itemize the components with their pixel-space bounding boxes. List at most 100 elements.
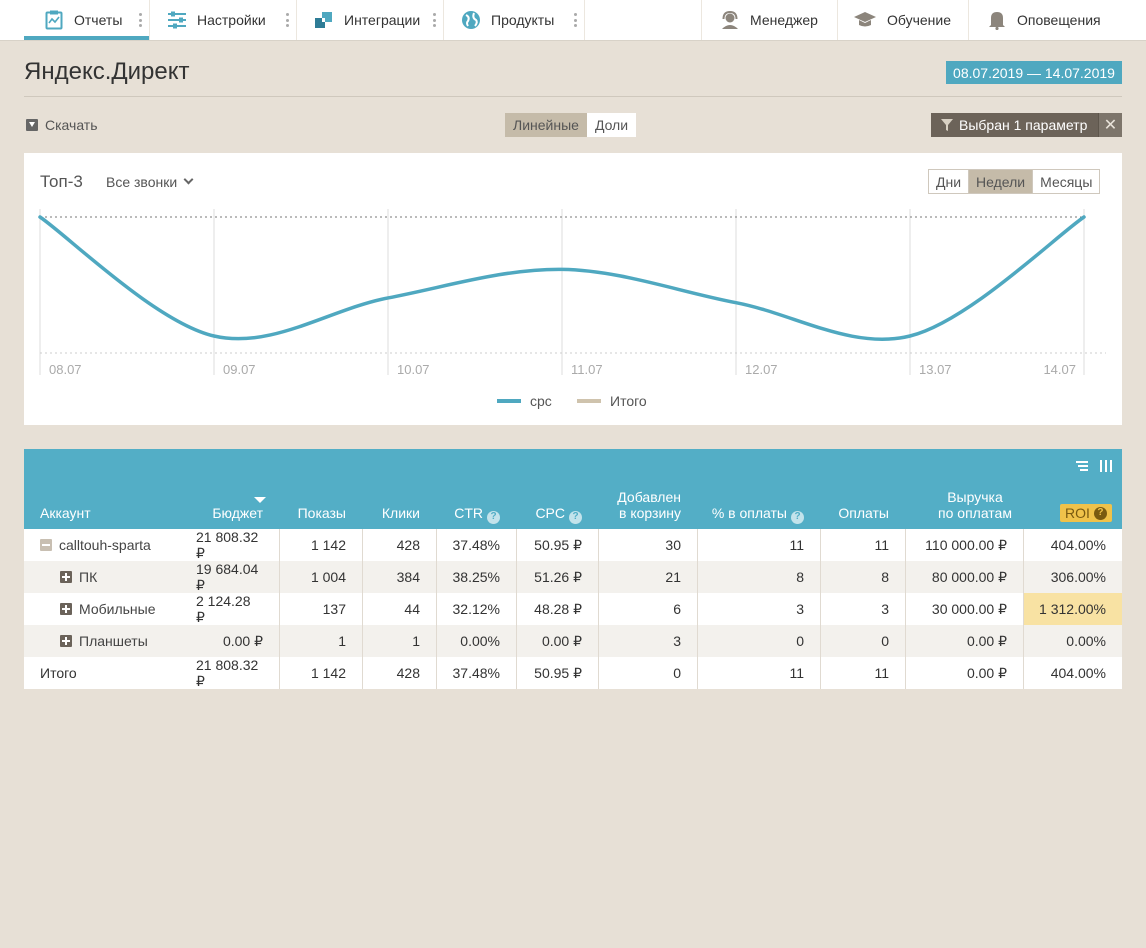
table-row: ПК 19 684.04 ₽1 004 384 38.25% 51.26 ₽21 8 8 80… [24, 561, 1122, 593]
page-title: Яндекс.Директ [24, 58, 190, 85]
cell-revenue: 0.00 ₽ [906, 657, 1024, 689]
cell-cart: 6 [599, 593, 698, 625]
x-tick-label: 08.07 [49, 362, 82, 377]
nav-products-menu-icon[interactable] [574, 13, 577, 27]
help-icon[interactable]: ? [1093, 506, 1107, 520]
download-icon [26, 119, 38, 131]
account-name[interactable]: Планшеты [79, 633, 148, 649]
nav-training[interactable]: Обучение [853, 0, 951, 40]
nav-reports[interactable]: Отчеты [44, 0, 122, 40]
help-icon[interactable]: ? [791, 510, 804, 524]
col-account[interactable]: Аккаунт [40, 505, 91, 521]
cell-clicks: 428 [363, 657, 437, 689]
nav-divider [701, 0, 702, 40]
filter-button[interactable]: Выбран 1 параметр [931, 113, 1098, 137]
legend-item-cpc[interactable]: cpc [497, 393, 552, 409]
col-cart-line1: Добавлен [617, 489, 681, 505]
cell-budget: 0.00 ₽ [196, 625, 280, 657]
account-name[interactable]: Мобильные [79, 601, 156, 617]
cell-shows: 1 004 [280, 561, 363, 593]
sort-list-icon[interactable] [1076, 459, 1088, 471]
filter-label: Выбран 1 параметр [959, 117, 1088, 133]
globe-icon [461, 10, 481, 30]
nav-divider [296, 0, 297, 40]
view-shares-button[interactable]: Доли [586, 113, 637, 137]
legend-label: Итого [610, 393, 647, 409]
view-linear-button[interactable]: Линейные [505, 113, 587, 137]
cell-cart: 3 [599, 625, 698, 657]
download-button[interactable]: Скачать [26, 117, 98, 133]
col-revenue[interactable]: Выручка по оплатам [928, 489, 1022, 521]
help-icon[interactable]: ? [569, 510, 582, 524]
cell-budget: 19 684.04 ₽ [196, 561, 280, 593]
cell-budget: 21 808.32 ₽ [196, 657, 280, 689]
account-name: Итого [40, 665, 77, 681]
help-icon[interactable]: ? [487, 510, 500, 524]
col-cpc[interactable]: CPC? [535, 505, 582, 524]
cell-cart: 0 [599, 657, 698, 689]
nav-reports-label: Отчеты [74, 12, 123, 28]
headset-user-icon [720, 10, 740, 30]
cell-ctr: 37.48% [437, 657, 517, 689]
nav-manager[interactable]: Менеджер [720, 0, 818, 40]
nav-settings[interactable]: Настройки [167, 0, 266, 40]
col-payments[interactable]: Оплаты [838, 505, 889, 521]
nav-divider [968, 0, 969, 40]
cell-cpc: 48.28 ₽ [517, 593, 599, 625]
nav-reports-menu-icon[interactable] [139, 13, 142, 27]
cell-cart: 30 [599, 529, 698, 561]
nav-integrations-menu-icon[interactable] [433, 13, 436, 27]
cell-pay-pct: 11 [698, 657, 821, 689]
filter-chip: Выбран 1 параметр ✕ [931, 113, 1122, 137]
col-revenue-line2: по оплатам [938, 505, 1012, 521]
nav-training-label: Обучение [887, 12, 952, 28]
col-revenue-line1: Выручка [947, 489, 1003, 505]
nav-integrations[interactable]: Интеграции [314, 0, 420, 40]
header-divider [24, 96, 1122, 97]
bell-icon [987, 10, 1007, 30]
cell-ctr: 0.00% [437, 625, 517, 657]
account-name[interactable]: calltouh-sparta [59, 537, 151, 553]
col-clicks[interactable]: Клики [382, 505, 420, 521]
col-shows[interactable]: Показы [298, 505, 346, 521]
col-ctr[interactable]: CTR? [454, 505, 500, 524]
chart-card: Топ-3 Все звонки Дни Недели Месяцы 08.07… [24, 153, 1122, 425]
cell-budget: 2 124.28 ₽ [196, 593, 280, 625]
nav-products[interactable]: Продукты [461, 0, 554, 40]
filter-clear-button[interactable]: ✕ [1098, 113, 1122, 137]
col-pay-pct[interactable]: % в оплаты? [712, 505, 804, 524]
nav-settings-menu-icon[interactable] [286, 13, 289, 27]
nav-notifications[interactable]: Оповещения [987, 0, 1101, 40]
expand-icon[interactable] [60, 571, 72, 583]
account-cell: calltouh-sparta [24, 529, 196, 561]
col-cpc-label: CPC [535, 505, 565, 521]
legend-item-total[interactable]: Итого [577, 393, 647, 409]
download-label: Скачать [45, 117, 98, 133]
table-total-row: Итого 21 808.32 ₽1 142 428 37.48% 50.95 ₽0 11… [24, 657, 1122, 689]
expand-icon[interactable] [60, 603, 72, 615]
col-pay-pct-label: % в оплаты [711, 505, 787, 521]
date-range-picker[interactable]: 08.07.2019 — 14.07.2019 [946, 61, 1122, 84]
legend-label: cpc [530, 393, 552, 409]
x-tick-label: 12.07 [745, 362, 778, 377]
account-name[interactable]: ПК [79, 569, 97, 585]
cell-budget: 21 808.32 ₽ [196, 529, 280, 561]
account-cell: Итого [24, 657, 196, 689]
cell-cpc: 51.26 ₽ [517, 561, 599, 593]
view-mode-toggle: Линейные Доли [505, 113, 637, 137]
collapse-icon[interactable] [40, 539, 52, 551]
expand-icon[interactable] [60, 635, 72, 647]
col-roi[interactable]: ROI? [1060, 504, 1112, 522]
nav-notifications-label: Оповещения [1017, 12, 1101, 28]
cell-roi: 1 312.00% [1024, 593, 1122, 625]
nav-divider [149, 0, 150, 40]
col-budget[interactable]: Бюджет [212, 505, 263, 521]
cell-clicks: 1 [363, 625, 437, 657]
col-cart[interactable]: Добавлен в корзину [617, 489, 681, 521]
cell-shows: 1 142 [280, 657, 363, 689]
columns-icon[interactable] [1100, 459, 1112, 472]
legend-swatch [577, 399, 601, 403]
roi-badge: ROI? [1060, 504, 1112, 522]
account-cell: ПК [24, 561, 196, 593]
col-roi-label: ROI [1065, 505, 1090, 521]
